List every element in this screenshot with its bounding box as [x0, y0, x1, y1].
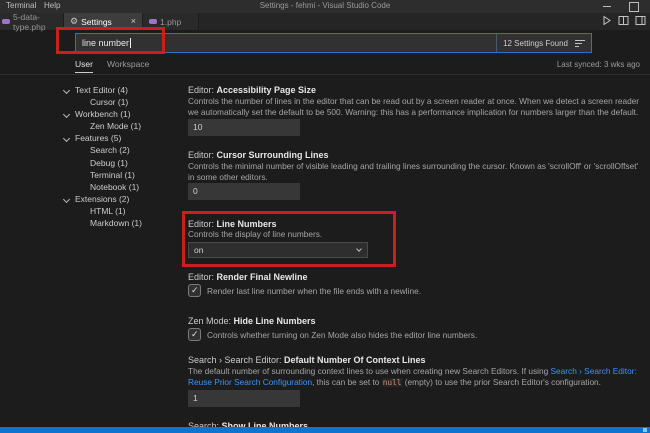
search-results-area: 12 Settings Found	[496, 34, 591, 52]
toc-notebook[interactable]: Notebook (1)	[62, 182, 184, 194]
cursor-surrounding-lines-input[interactable]: 0	[188, 183, 300, 200]
header-divider	[0, 74, 650, 75]
php-file-icon	[149, 19, 157, 24]
settings-toc: Text Editor (4) Cursor (1) Workbench (1)…	[62, 85, 184, 230]
checkbox-checked[interactable]	[188, 284, 201, 297]
close-icon[interactable]	[131, 17, 136, 26]
code-null: null	[382, 378, 403, 387]
toc-markdown[interactable]: Markdown (1)	[62, 218, 184, 230]
setting-description: Controls the minimal number of visible l…	[188, 161, 640, 183]
toc-zen-mode[interactable]: Zen Mode (1)	[62, 121, 184, 133]
setting-title-hide-line-numbers: Zen Mode: Hide Line Numbers	[188, 316, 316, 326]
title-bar: Terminal Help Settings - fehmi - Visual …	[0, 0, 650, 13]
chevron-down-icon	[63, 135, 70, 142]
checkbox-checked[interactable]	[188, 328, 201, 341]
minimize-icon[interactable]	[598, 0, 616, 13]
setting-title-default-context-lines: Search › Search Editor: Default Number O…	[188, 355, 426, 365]
tab-label: 5-data-type.php	[13, 12, 57, 32]
default-context-lines-input[interactable]: 1	[188, 390, 300, 407]
setting-title-accessibility-page-size: Editor: Accessibility Page Size	[188, 85, 316, 95]
toc-text-editor[interactable]: Text Editor (4)	[62, 85, 184, 97]
setting-description: Controls the number of lines in the edit…	[188, 96, 640, 118]
last-synced-label: Last synced: 3 wks ago	[557, 60, 640, 69]
chevron-down-icon	[63, 87, 70, 94]
accessibility-page-size-input[interactable]: 10	[188, 119, 300, 136]
window-title: Settings - fehmi - Visual Studio Code	[0, 1, 650, 10]
toc-debug[interactable]: Debug (1)	[62, 158, 184, 170]
setting-description: Render last line number when the file en…	[207, 286, 421, 296]
editor-actions	[601, 15, 646, 26]
toc-terminal[interactable]: Terminal (1)	[62, 170, 184, 182]
maximize-icon[interactable]	[624, 0, 642, 13]
run-icon[interactable]	[601, 15, 612, 26]
tab-label: 1.php	[160, 17, 181, 27]
setting-description: Controls whether turning on Zen Mode als…	[207, 330, 477, 340]
tab-5-data-type-php[interactable]: 5-data-type.php	[0, 13, 64, 30]
toc-search[interactable]: Search (2)	[62, 145, 184, 157]
toc-html[interactable]: HTML (1)	[62, 206, 184, 218]
filter-icon[interactable]	[575, 40, 585, 47]
hide-line-numbers-row: Controls whether turning on Zen Mode als…	[188, 328, 477, 341]
tab-label: Settings	[81, 17, 112, 27]
bell-icon[interactable]	[643, 428, 647, 432]
chevron-down-icon	[63, 111, 70, 118]
toc-cursor[interactable]: Cursor (1)	[62, 97, 184, 109]
toc-workbench[interactable]: Workbench (1)	[62, 109, 184, 121]
setting-title-render-final-newline: Editor: Render Final Newline	[188, 272, 308, 282]
toggle-layout-icon[interactable]	[635, 15, 646, 26]
results-count-badge: 12 Settings Found	[503, 39, 568, 48]
scope-tab-user[interactable]: User	[75, 59, 93, 69]
status-bar	[0, 427, 650, 433]
toc-extensions[interactable]: Extensions (2)	[62, 194, 184, 206]
setting-title-cursor-surrounding-lines: Editor: Cursor Surrounding Lines	[188, 150, 329, 160]
setting-description: The default number of surrounding contex…	[188, 366, 640, 388]
annotation-rect-search	[56, 27, 165, 54]
split-editor-icon[interactable]	[618, 15, 629, 26]
gear-icon	[70, 17, 78, 26]
scope-tab-workspace[interactable]: Workspace	[107, 59, 149, 69]
render-final-newline-row: Render last line number when the file en…	[188, 284, 421, 297]
chevron-down-icon	[63, 196, 70, 203]
toc-features[interactable]: Features (5)	[62, 133, 184, 145]
vscode-window: Terminal Help Settings - fehmi - Visual …	[0, 0, 650, 433]
php-file-icon	[2, 19, 10, 24]
annotation-rect-line-numbers	[182, 211, 396, 267]
